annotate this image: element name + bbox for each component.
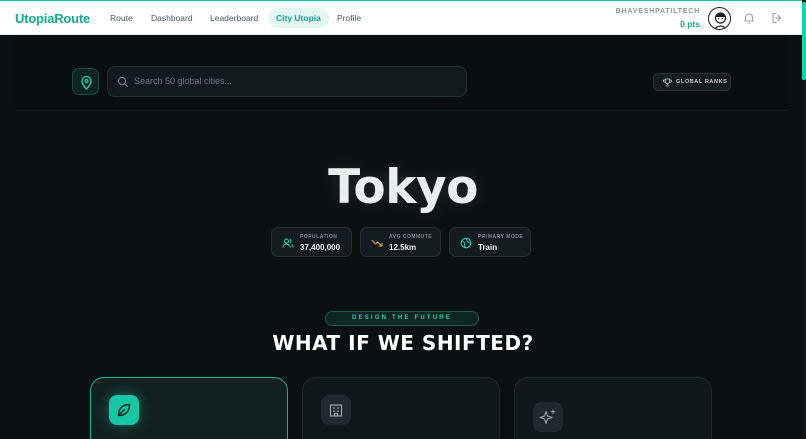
location-button[interactable] [72,68,99,95]
section-eyebrow: DESIGN THE FUTURE [325,311,479,326]
scenario-card-green[interactable] [90,377,288,439]
search-icon [117,76,129,88]
search-placeholder: Search 50 global cities... [134,76,233,86]
section-title: WHAT IF WE SHIFTED? [272,331,534,355]
leaf-icon [117,403,131,417]
user-name: BHAVESHPATILTECH [615,8,700,15]
global-ranks-label: GLOBAL RANKS [676,79,728,85]
globe-icon [460,237,472,249]
avatar[interactable] [708,7,731,30]
city-title: Tokyo [328,160,478,215]
stat-label: AVG COMMUTE [389,234,433,240]
search-input[interactable]: Search 50 global cities... [107,66,467,97]
scrollbar-thumb[interactable] [802,2,806,80]
app-logo[interactable]: UtopiaRoute [15,11,90,26]
stat-label: PRIMARY MODE [478,234,524,240]
user-info: BHAVESHPATILTECH 0 pts [616,8,700,29]
stat-population: POPULATION 37,400,000 [271,227,352,257]
nav-link-route[interactable]: Route [102,8,141,28]
scenario-card-urban[interactable] [302,377,500,439]
stat-value: 37,400,000 [300,243,341,252]
sparkles-icon [539,409,556,425]
top-nav: UtopiaRoute Route Dashboard Leaderboard … [0,0,806,35]
stat-value: 12.5km [389,243,417,252]
users-icon [282,238,294,248]
card-icon-box [533,402,563,432]
card-icon-box [321,395,351,425]
stat-primary-mode: PRIMARY MODE Train [449,227,531,257]
nav-link-city-utopia[interactable]: City Utopia [268,8,329,28]
stat-value: Train [478,243,498,252]
scenario-card-future[interactable] [514,377,712,439]
logout-icon[interactable] [770,11,784,25]
nav-link-dashboard[interactable]: Dashboard [143,8,201,28]
trophy-icon [663,78,672,87]
nav-link-profile[interactable]: Profile [329,8,369,28]
building-icon [329,404,343,417]
nav-link-leaderboard[interactable]: Leaderboard [202,8,266,28]
map-pin-icon [81,75,92,90]
stat-avg-commute: AVG COMMUTE 12.5km [360,227,441,257]
card-icon-box [109,395,139,425]
trend-down-icon [371,239,383,247]
bell-icon[interactable] [742,11,756,25]
stat-label: POPULATION [300,234,338,240]
user-points: 0 pts [680,19,700,29]
global-ranks-button[interactable]: GLOBAL RANKS [653,73,731,91]
